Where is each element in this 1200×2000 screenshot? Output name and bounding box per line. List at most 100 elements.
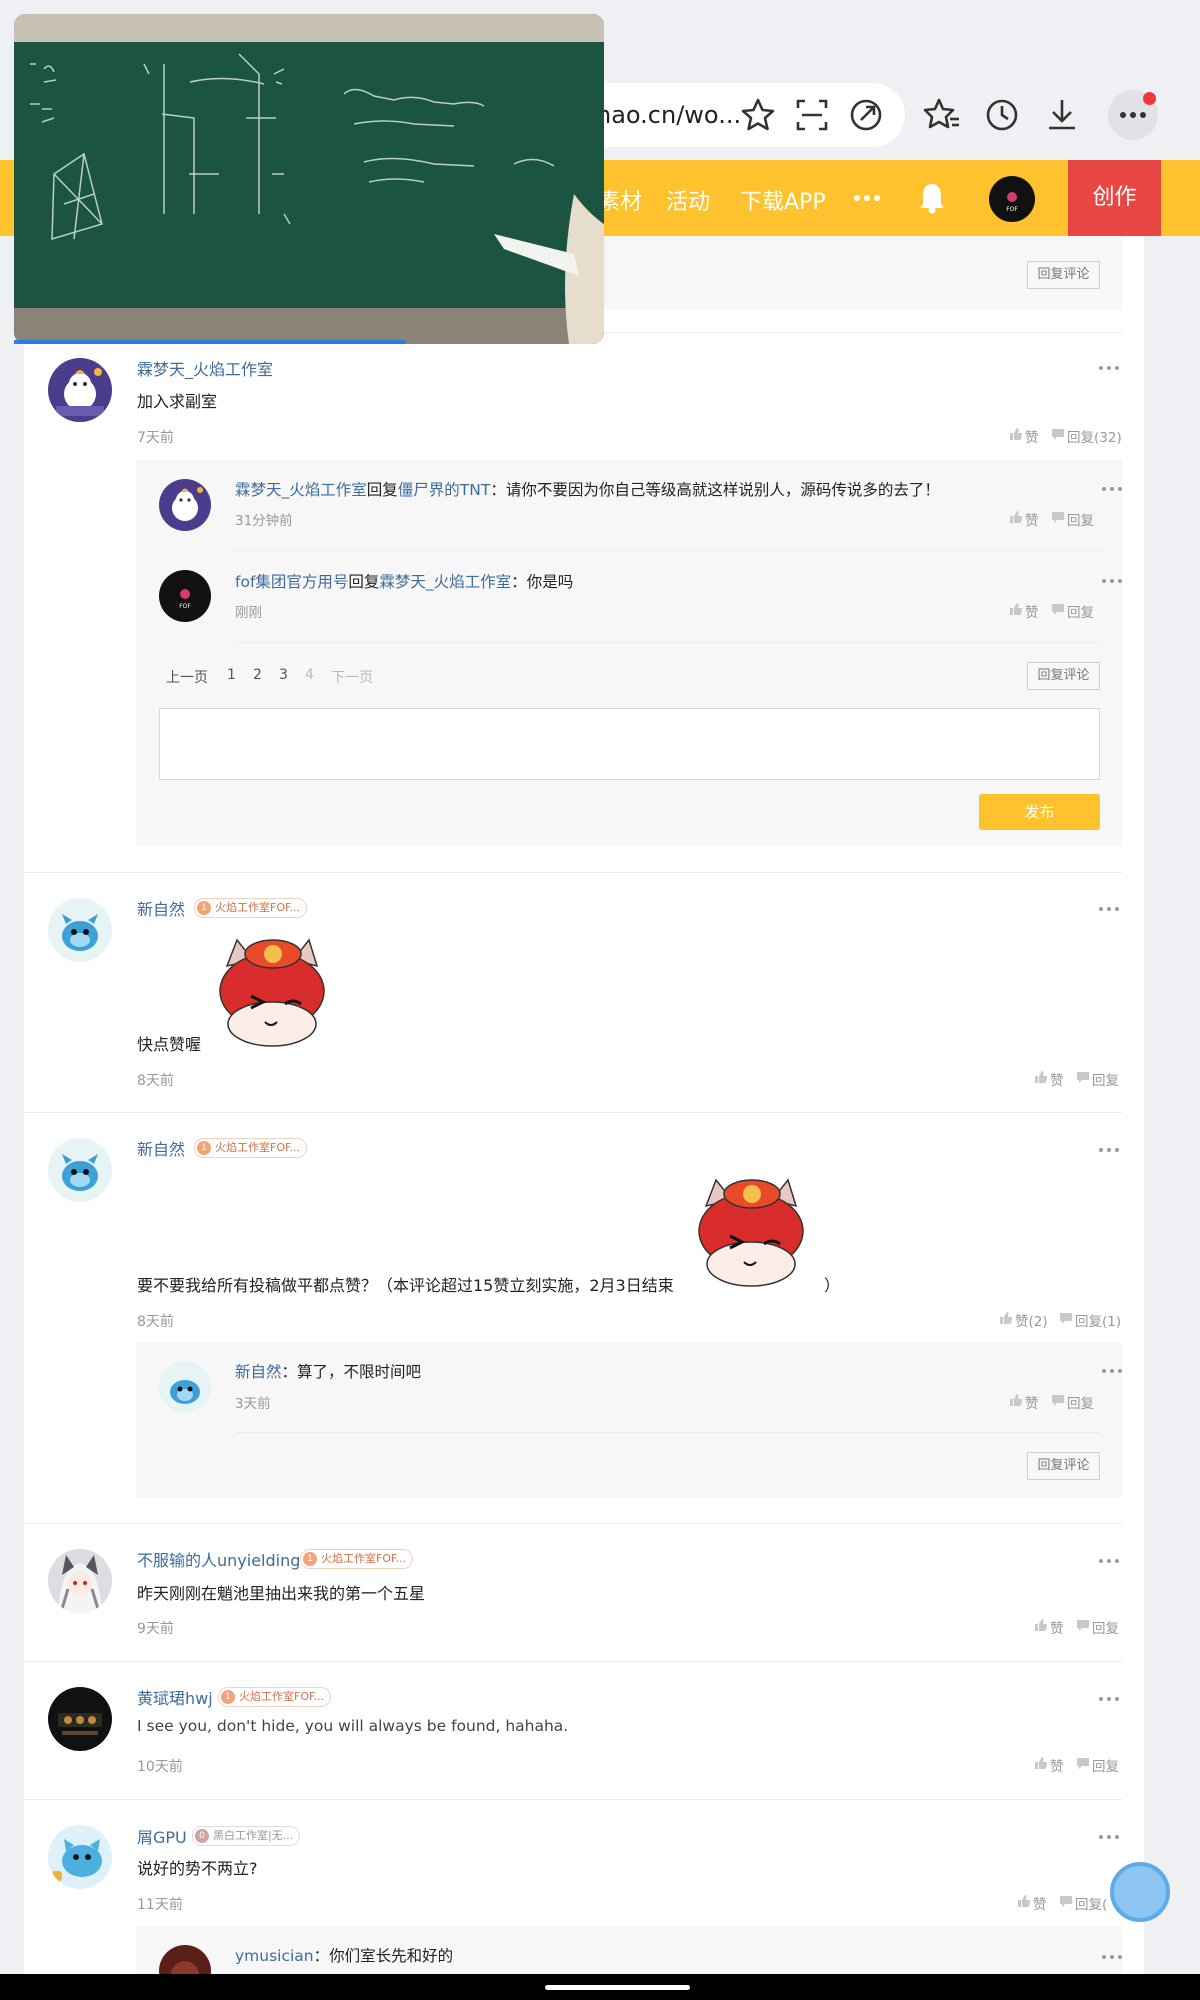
comment-icon[interactable] xyxy=(1076,1757,1090,1770)
bell-icon[interactable] xyxy=(918,182,946,214)
like-button[interactable]: 赞 xyxy=(1050,1755,1064,1775)
comment-more-icon[interactable] xyxy=(1099,1834,1121,1840)
reply-more-icon[interactable] xyxy=(1102,1368,1124,1374)
reply-target[interactable]: 霖梦天_火焰工作室 xyxy=(379,573,511,591)
user-avatar[interactable]: FOF xyxy=(989,176,1035,222)
pagination-prev[interactable]: 上一页 xyxy=(166,667,208,687)
reply-button[interactable]: 回复 xyxy=(1067,1392,1094,1412)
nav-more-icon[interactable] xyxy=(854,194,880,202)
url-text[interactable]: hao.cn/wo... xyxy=(596,101,741,129)
thumb-up-icon[interactable] xyxy=(999,1311,1013,1325)
download-icon[interactable] xyxy=(1042,95,1082,135)
avatar[interactable] xyxy=(48,1549,112,1613)
floating-action-button[interactable] xyxy=(1110,1862,1170,1922)
floating-video-player[interactable] xyxy=(14,14,604,344)
comment-more-icon[interactable] xyxy=(1099,1696,1121,1702)
comment-more-icon[interactable] xyxy=(1099,906,1121,912)
comment-icon[interactable] xyxy=(1051,1394,1065,1407)
pagination-page[interactable]: 3 xyxy=(279,667,288,683)
like-button[interactable]: 赞 xyxy=(1050,1069,1064,1089)
avatar[interactable]: FOF xyxy=(159,570,211,622)
thumb-up-icon[interactable] xyxy=(1009,427,1023,441)
avatar[interactable] xyxy=(159,479,211,531)
comment-more-icon[interactable] xyxy=(1099,1147,1121,1153)
share-icon[interactable] xyxy=(846,95,886,135)
video-progress-bar[interactable] xyxy=(14,340,406,344)
nav-item-activity[interactable]: 活动 xyxy=(666,184,710,216)
reply-author[interactable]: ymusician xyxy=(235,1947,314,1965)
comment-author[interactable]: 霖梦天_火焰工作室 xyxy=(137,356,273,380)
comment-author[interactable]: 新自然 xyxy=(137,896,185,920)
create-button[interactable]: 创作 xyxy=(1068,160,1161,236)
like-button[interactable]: 赞 xyxy=(1025,601,1039,621)
comment-icon[interactable] xyxy=(1059,1312,1073,1325)
comment-author[interactable]: 屑GPU xyxy=(137,1824,187,1848)
reply-button[interactable]: 回复 xyxy=(1092,1755,1119,1775)
studio-badge[interactable]: 1 火焰工作室FOF... xyxy=(194,1138,308,1158)
reply-button[interactable]: 回复 xyxy=(1067,509,1094,529)
reply-button[interactable]: 回复(1) xyxy=(1075,1310,1121,1330)
thumb-up-icon[interactable] xyxy=(1034,1756,1048,1770)
reply-button[interactable]: 回复( xyxy=(1075,1893,1107,1913)
avatar[interactable] xyxy=(48,1138,112,1202)
reply-comment-button[interactable]: 回复评论 xyxy=(1027,261,1100,289)
avatar[interactable] xyxy=(48,898,112,962)
nav-item-download-app[interactable]: 下载APP xyxy=(740,184,826,216)
reply-author[interactable]: fof集团官方用号 xyxy=(235,573,348,591)
comment-more-icon[interactable] xyxy=(1099,365,1121,371)
home-indicator[interactable] xyxy=(545,1985,690,1990)
pagination-next[interactable]: 下一页 xyxy=(331,667,373,687)
thumb-up-icon[interactable] xyxy=(1034,1070,1048,1084)
studio-badge[interactable]: 0 黑白工作室|无... xyxy=(192,1826,301,1846)
screenshot-icon[interactable] xyxy=(792,95,832,135)
reply-comment-button[interactable]: 回复评论 xyxy=(1027,662,1100,690)
comment-icon[interactable] xyxy=(1051,428,1065,441)
comment-author[interactable]: 新自然 xyxy=(137,1136,185,1160)
studio-badge[interactable]: 1 火焰工作室FOF... xyxy=(218,1687,332,1707)
reply-author[interactable]: 霖梦天_火焰工作室 xyxy=(235,481,367,499)
publish-button[interactable]: 发布 xyxy=(979,794,1100,830)
avatar[interactable] xyxy=(48,1687,112,1751)
nav-item-material[interactable]: 素材 xyxy=(598,184,642,216)
reply-button[interactable]: 回复(32) xyxy=(1067,426,1122,446)
comment-icon[interactable] xyxy=(1076,1619,1090,1632)
comment-icon[interactable] xyxy=(1051,511,1065,524)
reply-comment-button[interactable]: 回复评论 xyxy=(1027,1452,1100,1480)
reply-more-icon[interactable] xyxy=(1102,486,1124,492)
reply-more-icon[interactable] xyxy=(1102,578,1124,584)
thumb-up-icon[interactable] xyxy=(1009,602,1023,616)
thumb-up-icon[interactable] xyxy=(1017,1894,1031,1908)
pagination-page[interactable]: 1 xyxy=(227,667,236,683)
avatar[interactable] xyxy=(48,358,112,422)
pagination-page[interactable]: 2 xyxy=(253,667,262,683)
like-button[interactable]: 赞 xyxy=(1033,1893,1047,1913)
studio-badge[interactable]: 1 火焰工作室FOF... xyxy=(194,898,308,918)
reply-button[interactable]: 回复 xyxy=(1092,1069,1119,1089)
studio-badge[interactable]: 1 火焰工作室FOF... xyxy=(300,1549,414,1569)
like-button[interactable]: 赞 xyxy=(1025,426,1039,446)
like-button[interactable]: 赞(2) xyxy=(1015,1310,1048,1330)
comment-author[interactable]: 黄珷珺hwj xyxy=(137,1685,213,1709)
reply-target[interactable]: 僵尸界的TNT xyxy=(398,481,491,499)
thumb-up-icon[interactable] xyxy=(1009,510,1023,524)
comment-icon[interactable] xyxy=(1059,1895,1073,1908)
avatar[interactable] xyxy=(159,1361,211,1413)
star-icon[interactable] xyxy=(738,95,778,135)
avatar[interactable] xyxy=(48,1825,112,1889)
reply-button[interactable]: 回复 xyxy=(1092,1617,1119,1637)
reply-more-icon[interactable] xyxy=(1102,1954,1124,1960)
reply-author[interactable]: 新自然 xyxy=(235,1363,282,1381)
comment-more-icon[interactable] xyxy=(1099,1558,1121,1564)
thumb-up-icon[interactable] xyxy=(1009,1393,1023,1407)
like-button[interactable]: 赞 xyxy=(1025,1392,1039,1412)
comment-author[interactable]: 不服输的人unyielding xyxy=(137,1547,300,1571)
comment-icon[interactable] xyxy=(1076,1071,1090,1084)
reply-textarea[interactable] xyxy=(159,708,1100,780)
thumb-up-icon[interactable] xyxy=(1034,1618,1048,1632)
favorites-icon[interactable] xyxy=(922,95,962,135)
like-button[interactable]: 赞 xyxy=(1025,509,1039,529)
reply-button[interactable]: 回复 xyxy=(1067,601,1094,621)
history-icon[interactable] xyxy=(982,95,1022,135)
like-button[interactable]: 赞 xyxy=(1050,1617,1064,1637)
comment-icon[interactable] xyxy=(1051,603,1065,616)
